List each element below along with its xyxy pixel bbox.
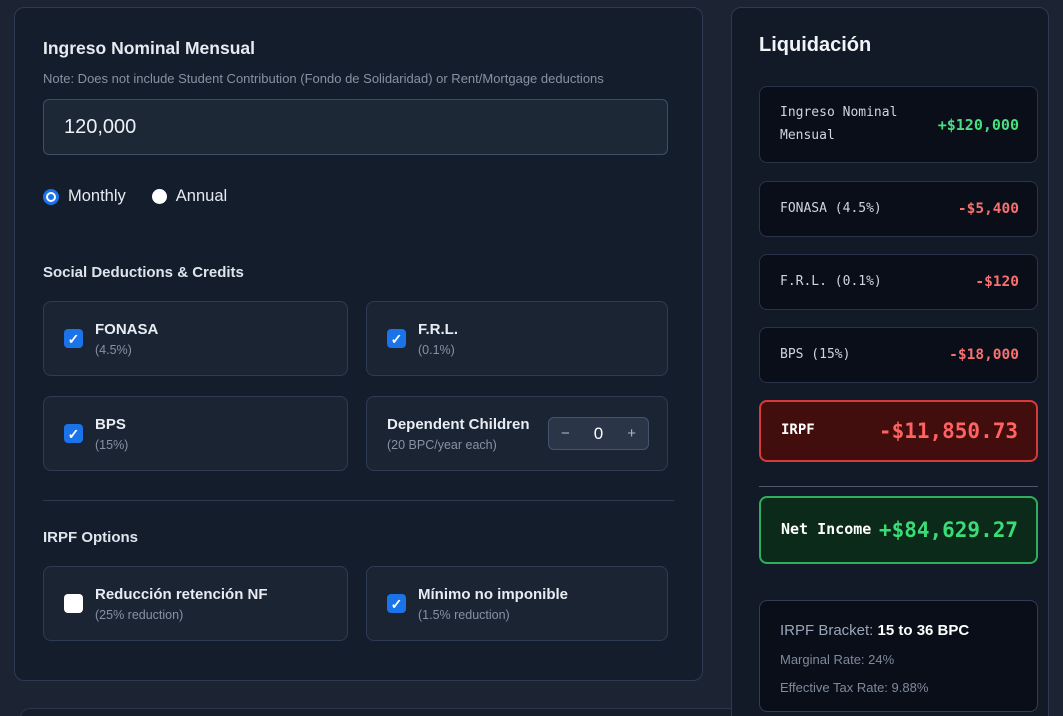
row-label: BPS (15%) <box>780 344 850 366</box>
effective-tax-rate: Effective Tax Rate: 9.88% <box>780 680 1017 695</box>
minimo-sublabel: (1.5% reduction) <box>418 608 568 622</box>
irpf-total-value: -$11,850.73 <box>879 419 1018 443</box>
irpf-bracket-value: 15 to 36 BPC <box>878 622 970 639</box>
check-icon: ✓ <box>68 427 80 441</box>
minimo-no-imponible-checkbox[interactable]: ✓ <box>387 594 406 613</box>
bps-label: BPS <box>95 415 128 435</box>
radio-annual-label: Annual <box>176 187 227 206</box>
period-radio-group: Monthly Annual <box>43 187 674 206</box>
irpf-cards-grid: ✓ Reducción retención NF (25% reduction)… <box>43 566 674 641</box>
calculator-panel: Ingreso Nominal Mensual Note: Does not i… <box>14 7 703 681</box>
check-icon: ✓ <box>391 332 403 346</box>
checkbox-card-frl[interactable]: ✓ F.R.L. (0.1%) <box>366 301 668 376</box>
bps-card-text: BPS (15%) <box>95 415 128 451</box>
reduccion-nf-checkbox[interactable]: ✓ <box>64 594 83 613</box>
liquidacion-row-frl: F.R.L. (0.1%) -$120 <box>759 254 1038 310</box>
social-section-title: Social Deductions & Credits <box>43 264 674 281</box>
irpf-total-card: IRPF -$11,850.73 <box>759 400 1038 462</box>
net-income-label: Net Income <box>781 517 871 543</box>
frl-card-text: F.R.L. (0.1%) <box>418 320 458 356</box>
radio-monthly[interactable]: Monthly <box>43 187 126 206</box>
row-label: Ingreso Nominal Mensual <box>780 102 930 146</box>
checkbox-card-minimo-no-imponible[interactable]: ✓ Mínimo no imponible (1.5% reduction) <box>366 566 668 641</box>
income-note: Note: Does not include Student Contribut… <box>43 71 674 86</box>
social-cards-grid: ✓ FONASA (4.5%) ✓ F.R.L. (0.1%) ✓ BPS (1… <box>43 301 674 471</box>
stepper-value: 0 <box>594 424 603 444</box>
reduccion-nf-card-text: Reducción retención NF (25% reduction) <box>95 585 268 621</box>
row-value: +$120,000 <box>938 116 1019 134</box>
liquidacion-row-ingreso: Ingreso Nominal Mensual +$120,000 <box>759 86 1038 163</box>
frl-checkbox[interactable]: ✓ <box>387 329 406 348</box>
irpf-options-title: IRPF Options <box>43 529 674 546</box>
bps-checkbox[interactable]: ✓ <box>64 424 83 443</box>
irpf-bracket-label: IRPF Bracket: <box>780 622 878 639</box>
radio-monthly-label: Monthly <box>68 187 126 206</box>
irpf-bracket-card: IRPF Bracket: 15 to 36 BPC Marginal Rate… <box>759 600 1038 712</box>
radio-annual[interactable]: Annual <box>152 187 227 206</box>
liquidacion-panel: Liquidación Ingreso Nominal Mensual +$12… <box>731 7 1049 716</box>
dependent-label: Dependent Children <box>387 415 530 435</box>
bps-sublabel: (15%) <box>95 438 128 452</box>
row-label: F.R.L. (0.1%) <box>780 271 882 293</box>
row-value: -$5,400 <box>958 201 1019 217</box>
check-icon: ✓ <box>391 597 403 611</box>
fonasa-sublabel: (4.5%) <box>95 343 158 357</box>
stepper-increment-button[interactable]: + <box>627 426 636 441</box>
net-income-value: +$84,629.27 <box>879 518 1018 542</box>
reduccion-nf-label: Reducción retención NF <box>95 585 268 605</box>
frl-sublabel: (0.1%) <box>418 343 458 357</box>
liquidacion-row-bps: BPS (15%) -$18,000 <box>759 327 1038 383</box>
frl-label: F.R.L. <box>418 320 458 340</box>
marginal-rate: Marginal Rate: 24% <box>780 652 1017 667</box>
radio-annual-control[interactable] <box>152 189 167 204</box>
stepper-decrement-button[interactable]: − <box>561 426 570 441</box>
fonasa-checkbox[interactable]: ✓ <box>64 329 83 348</box>
liquidacion-title: Liquidación <box>759 34 1036 57</box>
dependent-children-card: Dependent Children (20 BPC/year each) − … <box>366 396 668 471</box>
fonasa-card-text: FONASA (4.5%) <box>95 320 158 356</box>
checkbox-card-reduccion-nf[interactable]: ✓ Reducción retención NF (25% reduction) <box>43 566 348 641</box>
irpf-bracket-line: IRPF Bracket: 15 to 36 BPC <box>780 622 1017 639</box>
row-label: FONASA (4.5%) <box>780 198 882 220</box>
section-divider <box>43 500 674 501</box>
liquidacion-row-fonasa: FONASA (4.5%) -$5,400 <box>759 181 1038 237</box>
minimo-card-text: Mínimo no imponible (1.5% reduction) <box>418 585 568 621</box>
check-icon: ✓ <box>68 332 80 346</box>
minimo-label: Mínimo no imponible <box>418 585 568 605</box>
radio-monthly-control[interactable] <box>43 189 59 205</box>
reduccion-nf-sublabel: (25% reduction) <box>95 608 268 622</box>
income-section-title: Ingreso Nominal Mensual <box>43 38 674 59</box>
dependent-children-stepper: − 0 + <box>548 417 649 450</box>
checkbox-card-fonasa[interactable]: ✓ FONASA (4.5%) <box>43 301 348 376</box>
irpf-total-label: IRPF <box>781 419 815 443</box>
net-income-card: Net Income +$84,629.27 <box>759 496 1038 564</box>
dependent-card-text: Dependent Children (20 BPC/year each) <box>387 415 530 451</box>
dependent-sublabel: (20 BPC/year each) <box>387 438 530 452</box>
row-value: -$120 <box>975 274 1019 290</box>
summary-divider <box>759 486 1038 487</box>
row-value: -$18,000 <box>949 347 1019 363</box>
income-input[interactable] <box>43 99 668 155</box>
checkbox-card-bps[interactable]: ✓ BPS (15%) <box>43 396 348 471</box>
fonasa-label: FONASA <box>95 320 158 340</box>
